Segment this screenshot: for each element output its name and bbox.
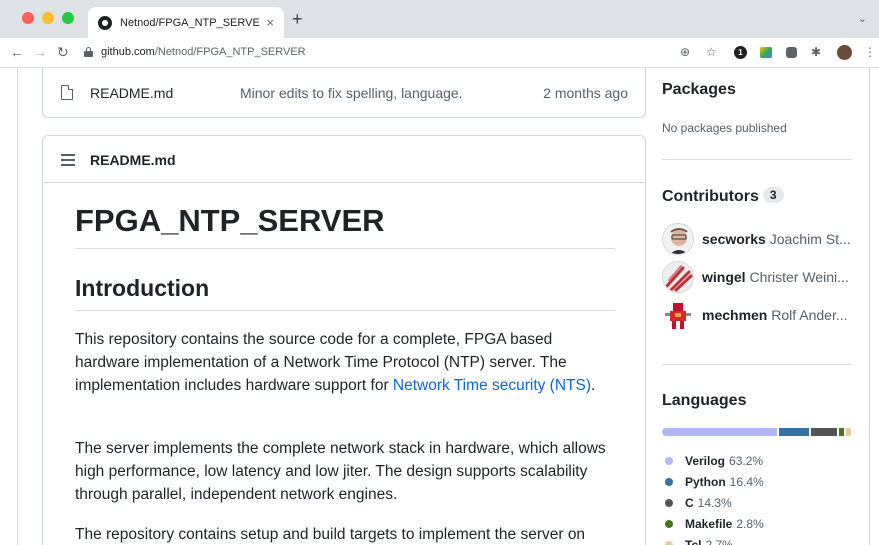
language-percent: 2.7% — [705, 538, 733, 545]
language-name: Makefile — [685, 517, 733, 531]
contributor-login: wingel — [702, 269, 746, 285]
language-name: Tcl — [685, 538, 702, 545]
page-edge — [869, 68, 870, 545]
language-percent: 63.2% — [729, 454, 764, 468]
contributors-heading[interactable]: Contributors 3 — [662, 187, 784, 206]
network-stack-paragraph: The server implements the complete netwo… — [75, 440, 606, 503]
language-item[interactable]: C 14.3% — [665, 496, 732, 510]
browser-tab-bar: Netnod/FPGA_NTP_SERVER × + ⌄ — [0, 0, 879, 38]
commit-date: 2 months ago — [543, 85, 628, 101]
file-name-link[interactable]: README.md — [90, 85, 173, 101]
avatar[interactable] — [662, 261, 694, 293]
language-item[interactable]: Makefile 2.8% — [665, 517, 764, 531]
drive-extension-icon[interactable] — [760, 47, 772, 58]
language-color-dot — [665, 478, 673, 486]
language-percent: 16.4% — [729, 475, 764, 489]
commit-message-link[interactable]: Minor edits to fix spelling, language. — [240, 85, 463, 101]
contributors-count-badge: 3 — [762, 187, 784, 203]
sidebar-divider — [662, 159, 852, 160]
introduction-heading: Introduction — [75, 275, 615, 311]
contributor-login: mechmen — [702, 307, 768, 323]
window-zoom-button[interactable] — [62, 12, 74, 24]
table-row[interactable]: README.md Minor edits to fix spelling, l… — [43, 69, 645, 117]
language-color-dot — [665, 499, 673, 507]
tab-close-icon[interactable]: × — [266, 15, 274, 30]
intro-text-end: . — [591, 377, 596, 394]
window-minimize-button[interactable] — [42, 12, 54, 24]
contributor-name: Rolf Ander... — [771, 307, 848, 323]
profile-avatar[interactable] — [837, 45, 852, 60]
language-color-dot — [665, 457, 673, 465]
lock-icon[interactable] — [84, 47, 93, 57]
readme-box: README.md FPGA_NTP_SERVER Introduction T… — [42, 135, 646, 545]
window-close-button[interactable] — [22, 12, 34, 24]
languages-heading: Languages — [662, 392, 747, 409]
language-bar — [662, 428, 852, 436]
browser-toolbar: ← → ↻ github.com/Netnod/FPGA_NTP_SERVER … — [0, 38, 879, 68]
language-bar-segment — [779, 428, 809, 436]
browser-tab[interactable]: Netnod/FPGA_NTP_SERVER × — [88, 7, 284, 38]
language-percent: 2.8% — [736, 517, 764, 531]
language-percent: 14.3% — [697, 496, 732, 510]
table-of-contents-icon[interactable] — [61, 154, 75, 166]
puzzle-extensions-icon[interactable]: ✱ — [811, 45, 821, 59]
url-path: /Netnod/FPGA_NTP_SERVER — [154, 46, 306, 58]
file-list: README.md Minor edits to fix spelling, l… — [42, 68, 646, 118]
more-menu-icon[interactable]: ⋮ — [864, 45, 876, 59]
language-bar-segment — [662, 428, 778, 436]
contributor-name: Christer Weini... — [749, 269, 849, 285]
language-bar-segment — [845, 428, 851, 436]
language-name: Python — [685, 475, 726, 489]
reload-icon[interactable]: ↻ — [57, 44, 69, 60]
language-bar-segment — [838, 428, 844, 436]
readme-title: README.md — [90, 152, 176, 168]
address-bar[interactable]: github.com/Netnod/FPGA_NTP_SERVER — [101, 46, 306, 58]
contributor-name: Joachim St... — [769, 231, 851, 247]
forward-arrow-icon[interactable]: → — [33, 44, 47, 60]
back-arrow-icon[interactable]: ← — [10, 44, 24, 60]
contributor-item[interactable]: mechmen Rolf Ander... — [662, 299, 857, 331]
contributor-item[interactable]: wingel Christer Weini... — [662, 261, 857, 293]
nts-link[interactable]: Network Time security (NTS) — [393, 377, 591, 394]
readme-header: README.md — [43, 136, 645, 183]
github-favicon-icon — [98, 15, 112, 30]
avatar[interactable] — [662, 223, 694, 255]
page-edge — [17, 68, 18, 545]
language-item[interactable]: Verilog 63.2% — [665, 454, 763, 468]
packages-heading[interactable]: Packages — [662, 81, 736, 99]
tab-title: Netnod/FPGA_NTP_SERVER — [120, 16, 261, 29]
language-name: C — [685, 496, 694, 510]
github-page: README.md Minor edits to fix spelling, l… — [0, 68, 879, 545]
zoom-icon[interactable]: ⊕ — [680, 45, 690, 59]
language-item[interactable]: Tcl 2.7% — [665, 538, 733, 545]
new-tab-button[interactable]: + — [292, 10, 303, 28]
tab-search-chevron-icon[interactable]: ⌄ — [858, 12, 867, 25]
no-packages-text: No packages published — [662, 121, 787, 135]
language-bar-segment — [810, 428, 837, 436]
language-color-dot — [665, 520, 673, 528]
extension-icon[interactable] — [786, 47, 797, 58]
file-icon — [61, 85, 73, 100]
avatar[interactable] — [662, 299, 694, 331]
url-domain: github.com — [101, 46, 155, 58]
extension-badge-icon[interactable]: 1 — [734, 46, 747, 59]
language-item[interactable]: Python 16.4% — [665, 475, 764, 489]
contributors-title: Contributors — [662, 188, 759, 205]
build-targets-paragraph: The repository contains setup and build … — [75, 526, 586, 543]
bookmark-star-icon[interactable]: ☆ — [706, 45, 717, 59]
intro-paragraph: This repository contains the source code… — [75, 328, 615, 397]
language-name: Verilog — [685, 454, 726, 468]
contributor-login: secworks — [702, 231, 766, 247]
contributor-item[interactable]: secworks Joachim St... — [662, 223, 857, 255]
readme-heading: FPGA_NTP_SERVER — [75, 203, 615, 249]
sidebar-divider — [662, 364, 852, 365]
language-color-dot — [665, 541, 673, 545]
